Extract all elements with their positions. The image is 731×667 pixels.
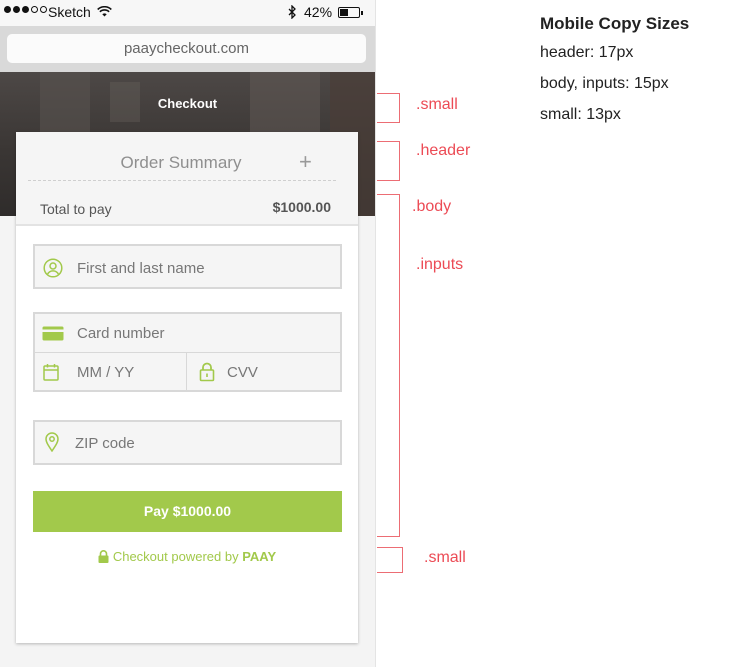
status-bar: Sketch 42%: [0, 0, 375, 26]
mobile-checkout-screen: Sketch 42% paaycheckout.com Checkout Ord…: [0, 0, 375, 667]
annotation-header: .header: [416, 142, 471, 159]
card-details-group: Card number MM / YY CVV: [33, 312, 342, 392]
legend-title: Mobile Copy Sizes: [540, 14, 690, 33]
total-label: Total to pay: [40, 201, 112, 217]
lock-icon: [199, 362, 215, 382]
checkout-card: Order Summary + Total to pay $1000.00 Fi…: [16, 132, 358, 643]
annotation-bracket-small-top: [377, 93, 400, 123]
card-number-placeholder: Card number: [77, 325, 165, 342]
annotation-bracket-small-bottom: [377, 547, 403, 573]
expiry-placeholder: MM / YY: [77, 364, 135, 381]
legend-line: header: 17px: [540, 44, 634, 61]
annotation-small-top: .small: [416, 96, 458, 113]
cvv-field[interactable]: CVV: [187, 353, 340, 390]
zip-field[interactable]: ZIP code: [33, 420, 342, 465]
carrier-name: Sketch: [48, 4, 91, 20]
battery-percent: 42%: [304, 4, 333, 20]
lock-icon: [98, 550, 109, 563]
annotation-bracket-header: [377, 141, 400, 181]
url-field[interactable]: paaycheckout.com: [7, 34, 366, 63]
annotation-body: .body: [412, 198, 452, 215]
page-title: Checkout: [157, 96, 218, 111]
powered-by: Checkout powered by PAAY: [16, 549, 358, 564]
order-summary-header[interactable]: Order Summary +: [16, 132, 358, 182]
copy-sizes-legend: Mobile Copy Sizes header: 17px body, inp…: [540, 14, 689, 137]
bluetooth-icon: [288, 5, 296, 19]
wifi-icon: [97, 6, 112, 17]
brand-name[interactable]: PAAY: [242, 549, 276, 564]
summary-divider: [28, 180, 336, 181]
expiry-field[interactable]: MM / YY: [35, 353, 187, 390]
total-row: Total to pay $1000.00: [16, 182, 358, 226]
name-placeholder: First and last name: [77, 260, 205, 277]
expand-plus-icon[interactable]: +: [299, 149, 312, 175]
annotation-bracket-body: [377, 194, 400, 537]
calendar-icon: [43, 364, 59, 381]
user-icon: [43, 258, 63, 278]
credit-card-icon: [42, 326, 64, 341]
order-summary-title: Order Summary: [120, 153, 242, 172]
pay-button[interactable]: Pay $1000.00: [33, 491, 342, 532]
annotation-inputs: .inputs: [416, 256, 464, 273]
legend-line: body, inputs: 15px: [540, 75, 669, 92]
annotation-small-bottom: .small: [424, 549, 466, 566]
battery-icon: [338, 7, 363, 18]
total-amount: $1000.00: [272, 199, 331, 215]
signal-dots-icon: [4, 6, 47, 13]
zip-placeholder: ZIP code: [75, 435, 135, 452]
location-pin-icon: [45, 432, 59, 452]
legend-line: small: 13px: [540, 106, 621, 123]
cvv-placeholder: CVV: [227, 364, 258, 381]
powered-text: Checkout powered by: [112, 549, 239, 564]
name-field[interactable]: First and last name: [33, 244, 342, 289]
card-number-field[interactable]: Card number: [35, 314, 340, 353]
browser-address-bar: paaycheckout.com: [0, 26, 375, 72]
